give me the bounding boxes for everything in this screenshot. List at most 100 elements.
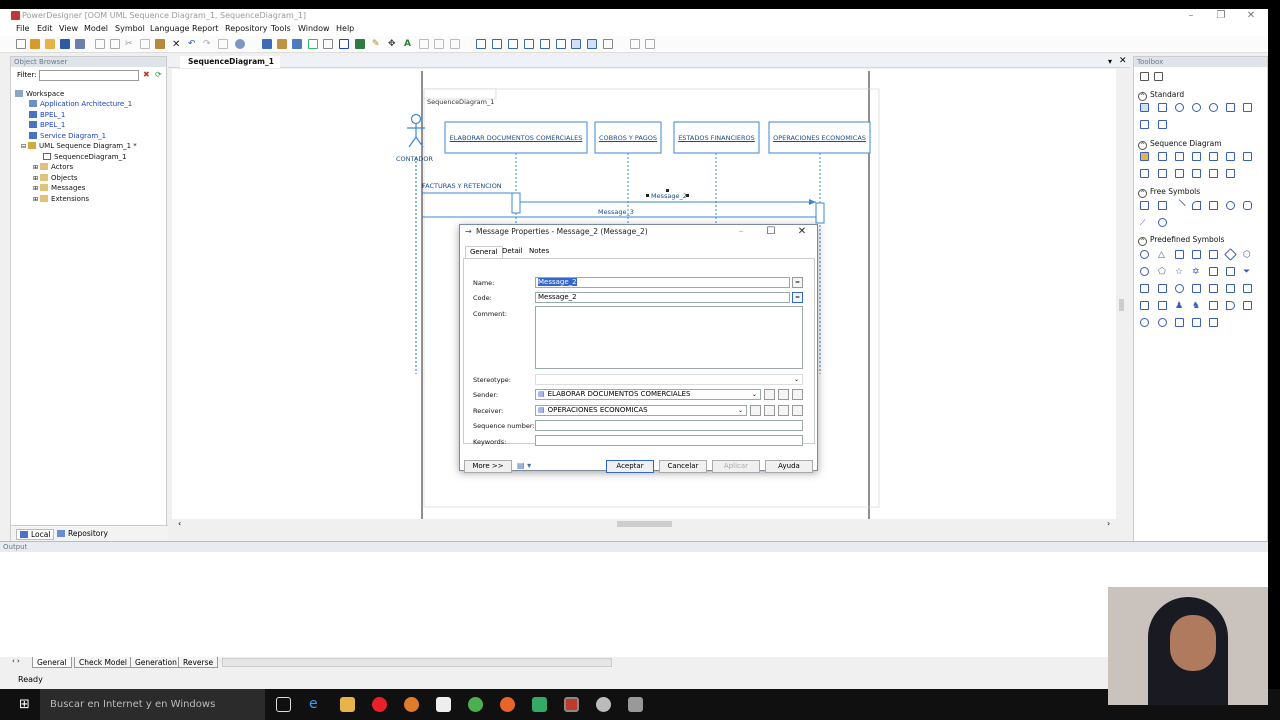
refresh-filter-icon[interactable]: ⟳ [155,70,162,79]
zoom-in-icon[interactable] [476,39,486,49]
windows-start-icon[interactable]: ⊞ [19,697,30,712]
app-icon[interactable] [596,697,611,712]
tree-item-messages[interactable]: ⊞ Messages [33,184,85,192]
printer-shape-icon[interactable] [1140,301,1149,310]
delete-icon[interactable]: ✕ [172,39,182,50]
dialog-minimize-button[interactable]: – [730,225,752,239]
menu-model[interactable]: Model [84,24,108,33]
tree-item-objects[interactable]: ⊞ Objects [33,174,77,182]
name-ellipsis-button[interactable]: = [792,277,803,288]
document-shape-icon[interactable] [1209,267,1218,276]
message-tool-icon[interactable] [1243,152,1252,161]
cylinder-shape-icon[interactable] [1175,284,1184,293]
receiver-select[interactable]: ▤ OPERACIONES ECONOMICAS ⌄ [535,405,747,416]
help-button[interactable]: Ayuda [765,460,813,473]
impact-icon[interactable] [355,39,365,49]
arc-tool-icon[interactable] [1192,201,1201,210]
section-predefined-symbols[interactable]: ^ Predefined Symbols [1138,235,1224,246]
menu-language[interactable]: Language [150,24,189,33]
mail-shape-icon[interactable] [1175,318,1184,327]
diagram-icon[interactable] [292,39,302,49]
tablet-shape-icon[interactable] [1209,318,1218,327]
file-shape-icon[interactable] [1192,284,1201,293]
tab-local[interactable]: Local [16,529,55,540]
maximize-button[interactable]: ❐ [1206,9,1236,23]
monitor-shape-icon[interactable] [1158,284,1167,293]
print-menu-icon[interactable]: ▤ ▾ [517,461,531,470]
note-tool-icon[interactable] [1226,169,1235,178]
section-free-symbols[interactable]: ^ Free Symbols [1138,187,1200,198]
output-tab-generation[interactable]: Generation [130,657,182,668]
chrome-icon[interactable] [468,697,483,712]
package-icon[interactable] [277,39,287,49]
polygon-tool-icon[interactable] [1158,218,1167,227]
scroll-thumb[interactable] [1119,299,1124,311]
frame-tool-icon[interactable] [1140,152,1149,161]
zoom-in-tool-icon[interactable] [1175,103,1184,112]
tree-item-bpel-2[interactable]: BPEL_1 [29,121,65,129]
close-tab-icon[interactable]: ✕ [1119,56,1127,66]
align-left-icon[interactable] [571,39,581,49]
box-shape-icon[interactable] [1209,250,1218,259]
scroll-left-icon[interactable]: ‹ [178,519,181,528]
hexagon-shape-icon[interactable]: ⬡ [1243,250,1252,260]
tab-sequence-diagram[interactable]: SequenceDiagram_1 [180,56,280,68]
store-icon[interactable] [436,697,451,712]
output-tab-check-model[interactable]: Check Model [74,657,132,668]
cloud-shape-icon[interactable] [1140,318,1149,327]
tree-item-extensions[interactable]: ⊞ Extensions [33,195,89,203]
undo-icon[interactable]: ↶ [188,39,198,49]
zoom-fit-icon[interactable] [508,39,518,49]
toolbox-list-icon[interactable] [1154,72,1163,81]
open-icon[interactable] [45,39,55,49]
edge-icon[interactable]: e [309,697,324,712]
cut-icon[interactable]: ✂ [125,39,135,49]
menu-view[interactable]: View [59,24,78,33]
refresh-icon[interactable] [645,39,655,49]
text-tool-icon[interactable] [1158,201,1167,210]
firefox-alt-icon[interactable] [500,697,515,712]
tree-item-workspace[interactable]: Workspace [15,90,64,98]
output-tab-reverse[interactable]: Reverse [178,657,219,668]
async-message-tool-icon[interactable] [1192,169,1201,178]
grid-icon[interactable] [556,39,566,49]
tab-notes[interactable]: Notes [525,246,553,258]
horizontal-scrollbar[interactable]: ‹ › [172,519,1127,529]
tab-general[interactable]: General [465,246,503,258]
paste-icon[interactable] [155,39,165,49]
section-standard[interactable]: ^ Standard [1138,90,1184,101]
taskbar-search-box[interactable]: Buscar en Internet y en Windows [40,689,265,720]
funnel-shape-icon[interactable]: ⏷ [1243,267,1252,277]
sender-properties-button[interactable] [792,389,803,400]
more-button[interactable]: More >> [464,460,512,473]
print-icon[interactable] [110,39,120,49]
object-tool-icon[interactable] [1175,152,1184,161]
call-message-tool-icon[interactable] [1158,169,1167,178]
window-shape-icon[interactable] [1209,301,1218,310]
pencil-icon[interactable]: ✎ [372,39,382,49]
package-tool-icon[interactable] [1140,120,1149,129]
activation-tool-icon[interactable] [1192,152,1201,161]
laptop-shape-icon[interactable] [1158,301,1167,310]
scroll-thumb[interactable] [617,521,672,527]
line-tool-icon[interactable] [1173,199,1186,212]
tree-item-service-diagram[interactable]: Service Diagram_1 [29,132,106,140]
task-view-icon[interactable] [276,697,291,712]
menu-window[interactable]: Window [298,24,330,33]
properties-icon[interactable] [235,39,245,49]
link-icon[interactable] [434,39,444,49]
powerdesigner-task-icon[interactable] [564,697,579,712]
layout-icon[interactable] [450,39,460,49]
copy-icon[interactable] [140,39,150,49]
oval-shape-icon[interactable] [1140,267,1149,276]
reverse-icon[interactable] [339,39,349,49]
firefox-icon[interactable] [404,697,419,712]
find-icon[interactable] [218,39,228,49]
pointer-tool-icon[interactable] [1140,103,1149,112]
delete-tool-icon[interactable] [1243,103,1252,112]
arrow-shape-icon[interactable] [1243,301,1252,310]
close-button[interactable]: ✕ [1236,9,1266,23]
square-shape-icon[interactable] [1175,250,1184,259]
align-right-icon[interactable] [603,39,613,49]
generate-icon[interactable] [323,39,333,49]
